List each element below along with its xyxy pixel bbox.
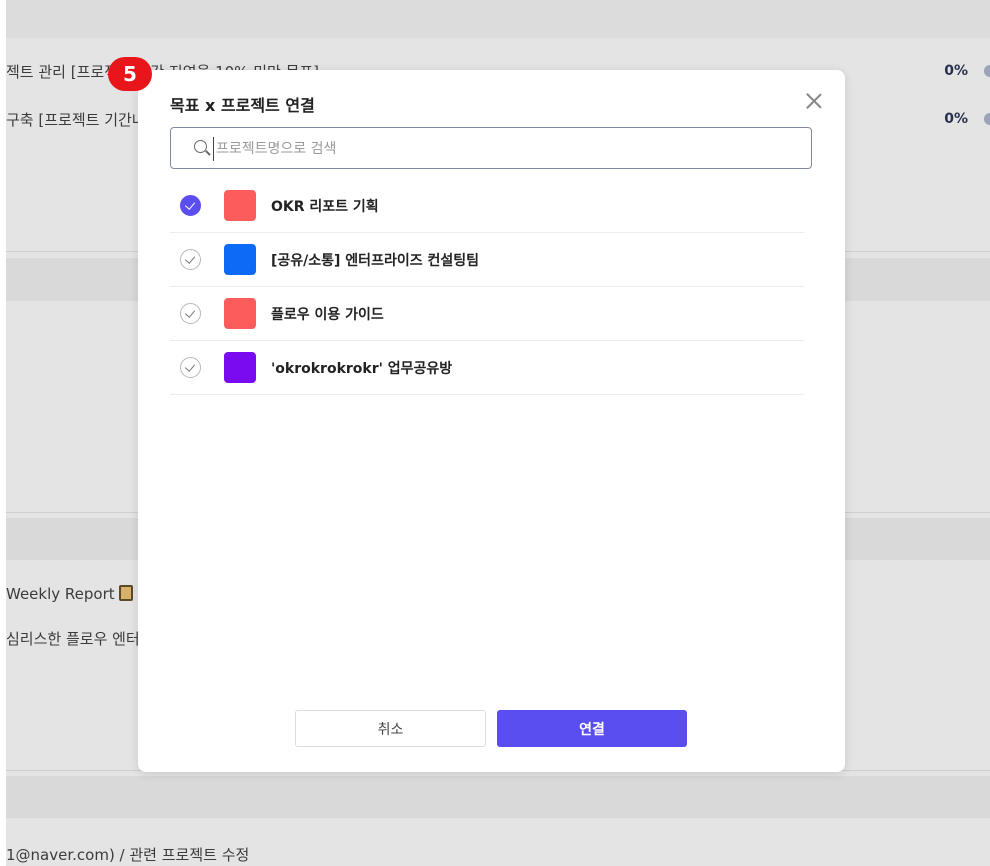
bg-progress-dot [984,113,990,125]
project-list: OKR 리포트 기획 [공유/소통] 엔터프라이즈 컨설팅팀 플로우 이용 가이… [170,179,804,395]
checkbox-icon[interactable] [180,303,201,324]
bg-weekly-sub: 심리스한 플로우 엔터 [6,630,140,648]
bg-goal-row-1-percent: 0% [944,63,968,79]
project-name: 'okrokrokrokr' 업무공유방 [271,361,453,377]
connect-project-modal: 목표 x 프로젝트 연결 OKR 리포트 기획 [공유/소통] 엔터프라이즈 컨… [138,70,845,772]
close-icon[interactable] [803,90,825,112]
scroll-icon [118,585,133,601]
project-item[interactable]: 'okrokrokrokr' 업무공유방 [170,341,804,395]
project-name: [공유/소통] 엔터프라이즈 컨설팅팀 [271,253,479,269]
checkbox-icon[interactable] [180,357,201,378]
checkbox-icon[interactable] [180,249,201,270]
project-color-chip [224,190,256,221]
cancel-button[interactable]: 취소 [295,710,486,747]
bg-header-strip [6,0,990,38]
bg-footer-text: 1@naver.com) / 관련 프로젝트 수정 [6,846,250,864]
bg-goal-row-2-percent: 0% [944,111,968,127]
search-input[interactable] [213,137,773,161]
project-item[interactable]: 플로우 이용 가이드 [170,287,804,341]
project-color-chip [224,352,256,383]
checkbox-checked-icon[interactable] [180,195,201,216]
bg-left-edge [0,0,6,866]
bg-weekly-report: Weekly Report [6,585,133,603]
bg-section-strip [6,776,990,818]
bg-progress-dot [984,65,990,77]
bg-goal-row-2: 구축 [프로젝트 기간내 [6,111,146,129]
connect-button[interactable]: 연결 [497,710,687,747]
search-box[interactable] [170,127,812,169]
project-item[interactable]: OKR 리포트 기획 [170,179,804,233]
project-color-chip [224,244,256,275]
project-item[interactable]: [공유/소통] 엔터프라이즈 컨설팅팀 [170,233,804,287]
project-color-chip [224,298,256,329]
project-name: OKR 리포트 기획 [271,199,379,215]
bg-weekly-report-label: Weekly Report [6,585,115,603]
modal-title: 목표 x 프로젝트 연결 [170,96,315,115]
search-icon [194,140,207,153]
project-name: 플로우 이용 가이드 [271,307,384,323]
step-badge: 5 [108,57,152,91]
